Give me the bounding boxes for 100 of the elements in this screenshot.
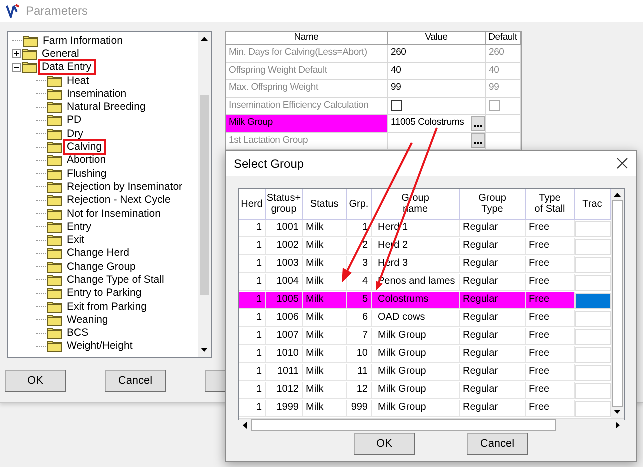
- table-cell[interactable]: 1003: [266, 256, 303, 273]
- table-cell[interactable]: Free: [526, 328, 575, 345]
- table-cell[interactable]: Colostrums: [372, 292, 460, 309]
- cancel-button[interactable]: Cancel: [467, 433, 528, 455]
- tree-item[interactable]: Abortion: [65, 154, 108, 166]
- table-cell[interactable]: 1: [239, 346, 266, 363]
- table-cell[interactable]: Milk: [303, 382, 347, 399]
- table-cell[interactable]: [575, 383, 611, 399]
- tree-item[interactable]: Flushing: [65, 168, 109, 180]
- table-cell[interactable]: [575, 329, 611, 345]
- table-cell[interactable]: 1: [239, 382, 266, 399]
- cancel-button[interactable]: Cancel: [105, 370, 166, 392]
- table-cell[interactable]: Regular: [460, 256, 526, 273]
- table-cell[interactable]: 1007: [266, 328, 303, 345]
- value-cell[interactable]: 260: [388, 45, 486, 62]
- table-cell[interactable]: Regular: [460, 346, 526, 363]
- table-cell[interactable]: 1010: [266, 346, 303, 363]
- table-cell[interactable]: [575, 239, 611, 255]
- table-cell[interactable]: 4: [347, 274, 372, 291]
- value-cell[interactable]: 99: [388, 80, 486, 98]
- scroll-down-icon[interactable]: [201, 348, 208, 353]
- tree-item[interactable]: Dry: [65, 128, 86, 140]
- scrollbar[interactable]: [611, 189, 624, 418]
- table-cell[interactable]: 2: [347, 238, 372, 255]
- table-cell[interactable]: 6: [347, 310, 372, 327]
- table-cell[interactable]: Milk Group: [372, 400, 460, 417]
- table-cell[interactable]: 1012: [266, 382, 303, 399]
- tree-item[interactable]: Change Herd: [65, 247, 132, 260]
- expand-icon[interactable]: [12, 49, 21, 58]
- table-cell[interactable]: Regular: [460, 238, 526, 255]
- browse-button[interactable]: [471, 133, 485, 148]
- table-cell[interactable]: Milk Group: [372, 328, 460, 345]
- table-cell[interactable]: Free: [526, 238, 575, 255]
- table-cell[interactable]: Milk: [303, 220, 347, 237]
- table-cell[interactable]: Free: [526, 364, 575, 381]
- tree-item[interactable]: Change Group: [65, 260, 138, 273]
- tree-item[interactable]: Calving: [65, 141, 104, 154]
- table-cell[interactable]: 5: [347, 292, 372, 309]
- tree-item[interactable]: Rejection by Inseminator: [65, 180, 185, 193]
- tree-item[interactable]: Weight/Height: [65, 340, 135, 352]
- table-cell[interactable]: Free: [526, 382, 575, 399]
- property-name[interactable]: Milk Group: [226, 115, 388, 132]
- tree-item[interactable]: PD: [65, 114, 84, 126]
- table-cell[interactable]: [575, 257, 611, 273]
- table-cell[interactable]: Milk Group: [372, 364, 460, 381]
- table-cell[interactable]: 1: [239, 274, 266, 291]
- table-cell[interactable]: 12: [347, 382, 372, 399]
- table-cell[interactable]: 1002: [266, 238, 303, 255]
- tree-item[interactable]: General: [40, 48, 82, 60]
- value-cell[interactable]: 40: [388, 62, 486, 80]
- table-cell[interactable]: Regular: [460, 310, 526, 327]
- table-cell[interactable]: 1: [239, 256, 266, 273]
- table-cell[interactable]: 1: [239, 292, 266, 309]
- table-cell[interactable]: 1001: [266, 220, 303, 237]
- table-cell[interactable]: 1: [347, 220, 372, 237]
- scroll-right-icon[interactable]: [616, 422, 621, 428]
- table-cell[interactable]: [575, 293, 611, 309]
- table-cell[interactable]: [575, 311, 611, 327]
- table-cell[interactable]: 1: [239, 364, 266, 381]
- tree-item[interactable]: Data Entry: [40, 61, 94, 74]
- table-cell[interactable]: Free: [526, 310, 575, 327]
- tree-item[interactable]: Entry: [65, 220, 94, 233]
- table-cell[interactable]: 1: [239, 238, 266, 255]
- table-cell[interactable]: 1: [239, 400, 266, 417]
- table-cell[interactable]: OAD cows: [372, 310, 460, 327]
- table-cell[interactable]: 1004: [266, 274, 303, 291]
- tree-item[interactable]: BCS: [65, 327, 91, 340]
- table-cell[interactable]: Regular: [460, 274, 526, 291]
- table-cell[interactable]: Regular: [460, 328, 526, 345]
- tree-item[interactable]: Entry to Parking: [65, 287, 144, 300]
- table-cell[interactable]: 1011: [266, 364, 303, 381]
- table-cell[interactable]: [575, 275, 611, 291]
- scroll-up-icon[interactable]: [201, 36, 208, 41]
- property-name[interactable]: 1st Lactation Group: [226, 132, 388, 150]
- tree-item[interactable]: Exit: [65, 234, 87, 246]
- table-cell[interactable]: Regular: [460, 364, 526, 381]
- collapse-icon[interactable]: [12, 62, 21, 72]
- table-cell[interactable]: 1: [239, 220, 266, 237]
- table-cell[interactable]: Free: [526, 256, 575, 273]
- table-cell[interactable]: Free: [526, 346, 575, 363]
- table-cell[interactable]: Free: [526, 220, 575, 237]
- scroll-up-icon[interactable]: [614, 192, 621, 197]
- table-cell[interactable]: 1005: [266, 292, 303, 309]
- close-icon[interactable]: [617, 158, 628, 169]
- table-cell[interactable]: 7: [347, 328, 372, 345]
- table-cell[interactable]: Regular: [460, 220, 526, 237]
- table-cell[interactable]: 999: [347, 400, 372, 417]
- tree-item[interactable]: Farm Information: [41, 34, 125, 47]
- table-cell[interactable]: 1: [239, 310, 266, 327]
- scrollbar[interactable]: [198, 32, 211, 357]
- table-cell[interactable]: Milk Group: [372, 382, 460, 399]
- table-cell[interactable]: [575, 401, 611, 417]
- table-cell[interactable]: 10: [347, 346, 372, 363]
- table-cell[interactable]: Milk: [303, 364, 347, 381]
- tree-item[interactable]: Exit from Parking: [65, 300, 149, 313]
- table-cell[interactable]: Milk: [303, 292, 347, 309]
- tree-item[interactable]: Not for Insemination: [65, 208, 163, 220]
- tree-item[interactable]: Rejection - Next Cycle: [65, 194, 173, 206]
- table-cell[interactable]: Free: [526, 274, 575, 291]
- table-cell[interactable]: Regular: [460, 400, 526, 417]
